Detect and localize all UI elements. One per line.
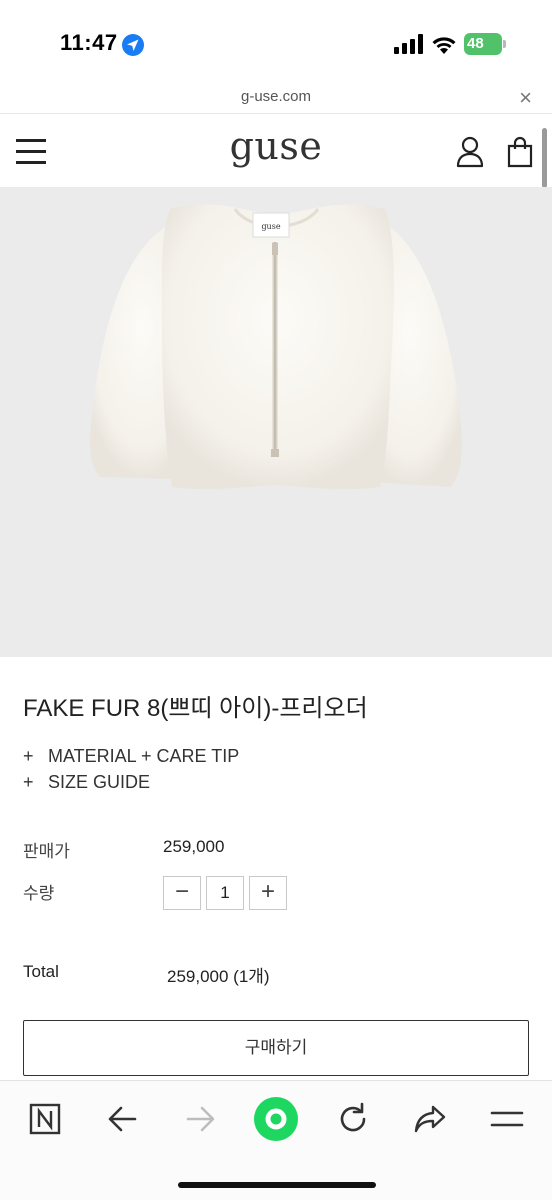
location-arrow-icon xyxy=(122,34,144,56)
accordion-material-care[interactable]: + MATERIAL + CARE TIP xyxy=(23,746,239,767)
quantity-decrease-button[interactable]: − xyxy=(163,876,201,910)
wifi-icon xyxy=(432,37,456,54)
total-label: Total xyxy=(23,962,59,981)
status-time: 11:47 xyxy=(60,30,118,55)
forward-arrow-icon[interactable] xyxy=(180,1099,220,1139)
price-label: 판매가 xyxy=(23,842,70,861)
buy-button[interactable]: 구매하기 xyxy=(23,1020,529,1076)
fur-jacket-image: guse xyxy=(90,204,462,490)
plus-icon: + xyxy=(23,772,34,792)
quantity-stepper[interactable]: − 1 + xyxy=(163,876,287,910)
accordion-size-guide[interactable]: + SIZE GUIDE xyxy=(23,772,150,793)
accordion-label[interactable]: MATERIAL + CARE TIP xyxy=(48,746,239,766)
quantity-increase-button[interactable]: + xyxy=(249,876,287,910)
quantity-label: 수량 xyxy=(23,884,55,903)
svg-text:guse: guse xyxy=(261,222,280,231)
battery-level: 48 xyxy=(467,35,484,52)
home-indicator[interactable] xyxy=(178,1182,376,1188)
status-bar: 11:47 48 xyxy=(0,0,552,82)
page-scrollbar[interactable] xyxy=(542,128,547,188)
green-circle-icon[interactable] xyxy=(252,1095,300,1143)
cellular-signal-icon xyxy=(394,34,423,54)
total-value: 259,000 (1개) xyxy=(167,967,270,986)
share-icon[interactable] xyxy=(410,1099,450,1139)
site-header: guse xyxy=(0,113,552,187)
reload-icon[interactable] xyxy=(333,1099,373,1139)
battery-icon: 48 xyxy=(464,33,506,55)
url-text[interactable]: g-use.com xyxy=(0,88,552,105)
accordion-label[interactable]: SIZE GUIDE xyxy=(48,772,150,792)
plus-icon: + xyxy=(23,746,34,766)
product-title: FAKE FUR 8(쁘띠 아이)-프리오더 xyxy=(23,695,368,722)
quantity-value[interactable]: 1 xyxy=(206,876,244,910)
price-value: 259,000 xyxy=(163,837,225,856)
menu-icon[interactable] xyxy=(487,1099,527,1139)
shopping-bag-icon[interactable] xyxy=(505,136,535,168)
close-icon[interactable]: × xyxy=(519,85,532,111)
url-bar[interactable]: g-use.com × xyxy=(0,84,552,112)
user-account-icon[interactable] xyxy=(455,136,485,168)
product-image[interactable]: guse xyxy=(0,187,552,657)
back-arrow-icon[interactable] xyxy=(103,1099,143,1139)
naver-n-icon[interactable] xyxy=(25,1099,65,1139)
